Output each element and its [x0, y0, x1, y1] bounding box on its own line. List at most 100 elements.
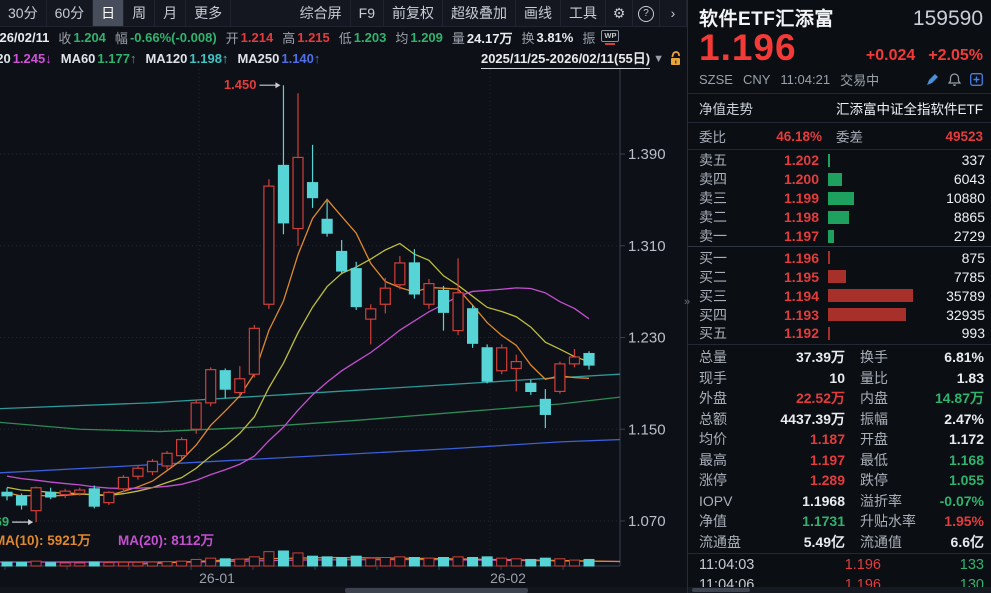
chevron-right-icon[interactable]: › — [660, 0, 687, 26]
status-row: SZSE CNY 11:04:21 交易中 — [688, 69, 991, 94]
unlock-icon[interactable] — [669, 51, 682, 66]
tool-工具[interactable]: 工具 — [561, 0, 606, 26]
tool-F9[interactable]: F9 — [351, 0, 384, 26]
sell-volume-bar — [828, 192, 854, 205]
buy-volume: 875 — [962, 250, 985, 266]
sell-price: 1.198 — [733, 209, 819, 225]
tool-综合屏[interactable]: 综合屏 — [292, 0, 351, 26]
depth-row-sell-3[interactable]: 卖三1.19910880 — [688, 189, 991, 208]
period-tab-更多[interactable]: 更多 — [186, 0, 231, 26]
period-tab-30分[interactable]: 30分 — [0, 0, 47, 26]
stat-row: 总额4437.39万振幅2.47% — [688, 408, 991, 429]
edit-pencil-icon[interactable] — [926, 73, 939, 86]
quote-time: 11:04:21 — [780, 72, 830, 87]
quote-高: 高1.215 — [282, 28, 330, 47]
svg-text:1.390: 1.390 — [628, 146, 666, 163]
scrollbar-handle[interactable] — [345, 588, 528, 593]
weibi-value: 46.18% — [726, 129, 822, 144]
stat-row: 现手10量比1.83 — [688, 367, 991, 388]
price-change-percent: +2.05% — [928, 47, 983, 65]
quote-低: 低1.203 — [339, 28, 387, 47]
ma-legend-MA60: MA601.177↑ — [61, 51, 137, 66]
panel-scrollbar[interactable] — [688, 587, 991, 593]
depth-row-sell-1[interactable]: 卖一1.1972729 — [688, 227, 991, 246]
depth-row-buy-1[interactable]: 买一1.196875 — [688, 248, 991, 267]
depth-row-sell-5[interactable]: 卖五1.202337 — [688, 151, 991, 170]
buy-level-label: 买三 — [699, 286, 733, 306]
sell-level-label: 卖二 — [699, 207, 733, 227]
period-tab-周[interactable]: 周 — [124, 0, 155, 26]
buy-level-label: 买四 — [699, 305, 733, 325]
quote-date: 2026/02/11 — [0, 30, 49, 45]
quote-幅: 幅-0.66%(-0.008) — [115, 28, 217, 47]
nav-trend-tab[interactable]: 净值走势 — [699, 98, 753, 118]
sell-level-label: 卖五 — [699, 150, 733, 170]
stat-row: 净值1.1731升贴水率1.95% — [688, 511, 991, 532]
tick-row: 11:04:031.196133 — [688, 555, 991, 575]
depth-row-buy-5[interactable]: 买五1.192993 — [688, 324, 991, 343]
period-tab-日[interactable]: 日 — [93, 0, 124, 26]
buy-price: 1.196 — [733, 250, 819, 266]
sell-volume-bar — [828, 154, 830, 167]
quote-换: 换3.81% — [521, 28, 573, 47]
tool-超级叠加[interactable]: 超级叠加 — [443, 0, 516, 26]
stat-row: 均价1.187开盘1.172 — [688, 429, 991, 450]
sell-volume-bar — [828, 211, 849, 224]
last-price: 1.196 — [699, 27, 797, 69]
svg-text:1.150: 1.150 — [628, 421, 666, 438]
weicha-label: 委差 — [836, 126, 863, 146]
stat-row: 流通盘5.49亿流通值6.6亿 — [688, 531, 991, 552]
buy-price: 1.192 — [733, 325, 819, 341]
sell-volume-bar — [828, 173, 842, 186]
gear-icon[interactable]: ⚙ — [606, 0, 633, 26]
add-plus-icon[interactable] — [970, 73, 983, 86]
period-tab-月[interactable]: 月 — [155, 0, 186, 26]
svg-text:MA(20): 8112万: MA(20): 8112万 — [118, 533, 214, 548]
orderbook-divider — [688, 246, 991, 247]
stat-row: IOPV1.1968溢折率-0.07% — [688, 490, 991, 511]
period-tab-60分[interactable]: 60分 — [47, 0, 94, 26]
price-row: 1.196 +0.024 +2.05% — [688, 27, 991, 69]
quote-开: 开1.214 — [226, 28, 274, 47]
svg-text:26-02: 26-02 — [490, 570, 526, 586]
buy-volume-bar — [828, 270, 846, 283]
nav-tab-row: 净值走势 汇添富中证全指软件ETF — [688, 94, 991, 123]
depth-row-buy-4[interactable]: 买四1.19332935 — [688, 305, 991, 324]
quote-量: 量24.17万 — [452, 28, 513, 47]
ma-legend-MA120: MA1201.198↑ — [145, 51, 228, 66]
tool-前复权[interactable]: 前复权 — [384, 0, 443, 26]
stat-row: 总量37.39万换手6.81% — [688, 347, 991, 368]
bell-icon[interactable] — [948, 73, 961, 86]
chart-canvas[interactable]: 1.3901.3101.2301.1501.07026-0126-021.450… — [0, 69, 687, 587]
quote-bar: 2026/02/11 收1.204 幅-0.66%(-0.008) 开1.214 高1.… — [0, 27, 687, 48]
wp-badge-icon[interactable]: WP — [601, 30, 619, 45]
quote-均: 均1.209 — [395, 28, 443, 47]
panel-splitter-icon[interactable]: » — [684, 296, 690, 308]
depth-row-sell-4[interactable]: 卖四1.2006043 — [688, 170, 991, 189]
candlestick-chart[interactable]: 1.3901.3101.2301.1501.07026-0126-021.450… — [0, 69, 687, 593]
price-change: +0.024 — [866, 47, 915, 65]
tool-画线[interactable]: 画线 — [516, 0, 561, 26]
buy-volume-bar — [828, 327, 830, 340]
depth-row-buy-3[interactable]: 买三1.19435789 — [688, 286, 991, 305]
app-window: 30分60分日周月更多 综合屏F9前复权超级叠加画线工具⚙?› 2026/02/… — [0, 0, 991, 593]
buy-volume: 35789 — [946, 288, 985, 304]
buy-level-label: 买五 — [699, 323, 733, 343]
exchange-label: SZSE — [699, 72, 733, 87]
help-icon[interactable]: ? — [633, 0, 660, 26]
stat-row: 涨停1.289跌停1.055 — [688, 470, 991, 491]
sell-levels: 卖五1.202337卖四1.2006043卖三1.19910880卖二1.198… — [688, 151, 991, 245]
trading-status: 交易中 — [840, 70, 879, 89]
fund-full-name: 汇添富中证全指软件ETF — [836, 98, 983, 118]
quote-收: 收1.204 — [58, 28, 106, 47]
sell-volume: 337 — [962, 152, 985, 168]
quote-振: 振 — [582, 28, 597, 47]
depth-row-buy-2[interactable]: 买二1.1957785 — [688, 267, 991, 286]
panel-scrollbar-handle[interactable] — [692, 588, 750, 592]
date-range[interactable]: 2025/11/25-2026/02/11(55日) — [481, 48, 650, 69]
stat-row: 最高1.197最低1.168 — [688, 449, 991, 470]
stat-row: 外盘22.52万内盘14.87万 — [688, 388, 991, 409]
depth-row-sell-2[interactable]: 卖二1.1988865 — [688, 208, 991, 227]
chart-horizontal-scrollbar[interactable] — [0, 587, 687, 593]
caret-down-icon[interactable]: ▼ — [653, 53, 664, 65]
